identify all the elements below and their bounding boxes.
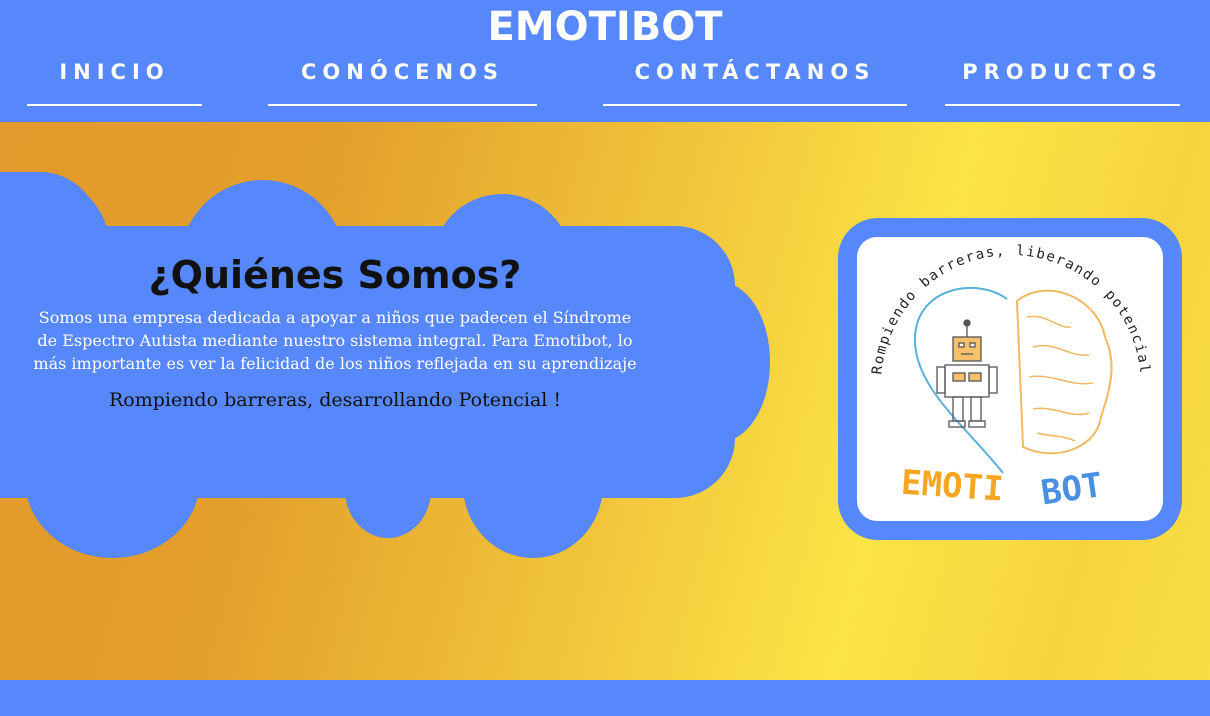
nav-underline [27, 104, 202, 106]
about-heading: ¿Quiénes Somos? [148, 253, 522, 297]
nav-underline [945, 104, 1180, 106]
nav-item-inicio[interactable]: INICIO [27, 56, 202, 106]
logo-word-emoti: EMOTI [900, 463, 1005, 510]
site-title[interactable]: EMOTIBOT [0, 4, 1210, 50]
about-cloud: ¿Quiénes Somos? Somos una empresa dedica… [0, 122, 800, 680]
about-text: ¿Quiénes Somos? Somos una empresa dedica… [20, 252, 650, 413]
nav-label[interactable]: CONÓCENOS [268, 56, 537, 88]
site-header: EMOTIBOT INICIO CONÓCENOS CONTÁCTANOS PR… [0, 0, 1210, 122]
logo-word-bot: BOT [1039, 465, 1105, 513]
logo-card: Rompiendo barreras, liberando potencial [838, 218, 1182, 540]
nav-item-productos[interactable]: PRODUCTOS [945, 56, 1180, 106]
emotibot-logo: Rompiendo barreras, liberando potencial [857, 237, 1163, 521]
nav-item-conocenos[interactable]: CONÓCENOS [268, 56, 537, 106]
site-footer [0, 680, 1210, 716]
nav-label[interactable]: PRODUCTOS [945, 56, 1180, 88]
brain-folds [1026, 315, 1094, 442]
brain-outline [1015, 289, 1113, 455]
nav-label[interactable]: INICIO [27, 56, 202, 88]
about-body: Somos una empresa dedicada a apoyar a ni… [33, 308, 637, 373]
about-slogan: Rompiendo barreras, desarrollando Potenc… [108, 389, 562, 411]
hero-section: ¿Quiénes Somos? Somos una empresa dedica… [0, 122, 1210, 680]
cloud-shape [560, 402, 710, 498]
nav-underline [603, 104, 907, 106]
cloud-shape [345, 442, 431, 538]
robot-icon [936, 319, 998, 428]
nav-item-contactanos[interactable]: CONTÁCTANOS [603, 56, 907, 106]
cloud-shape [25, 402, 200, 558]
nav-label[interactable]: CONTÁCTANOS [603, 56, 907, 88]
nav-underline [268, 104, 537, 106]
logo-graphic: Rompiendo barreras, liberando potencial [869, 243, 1151, 513]
